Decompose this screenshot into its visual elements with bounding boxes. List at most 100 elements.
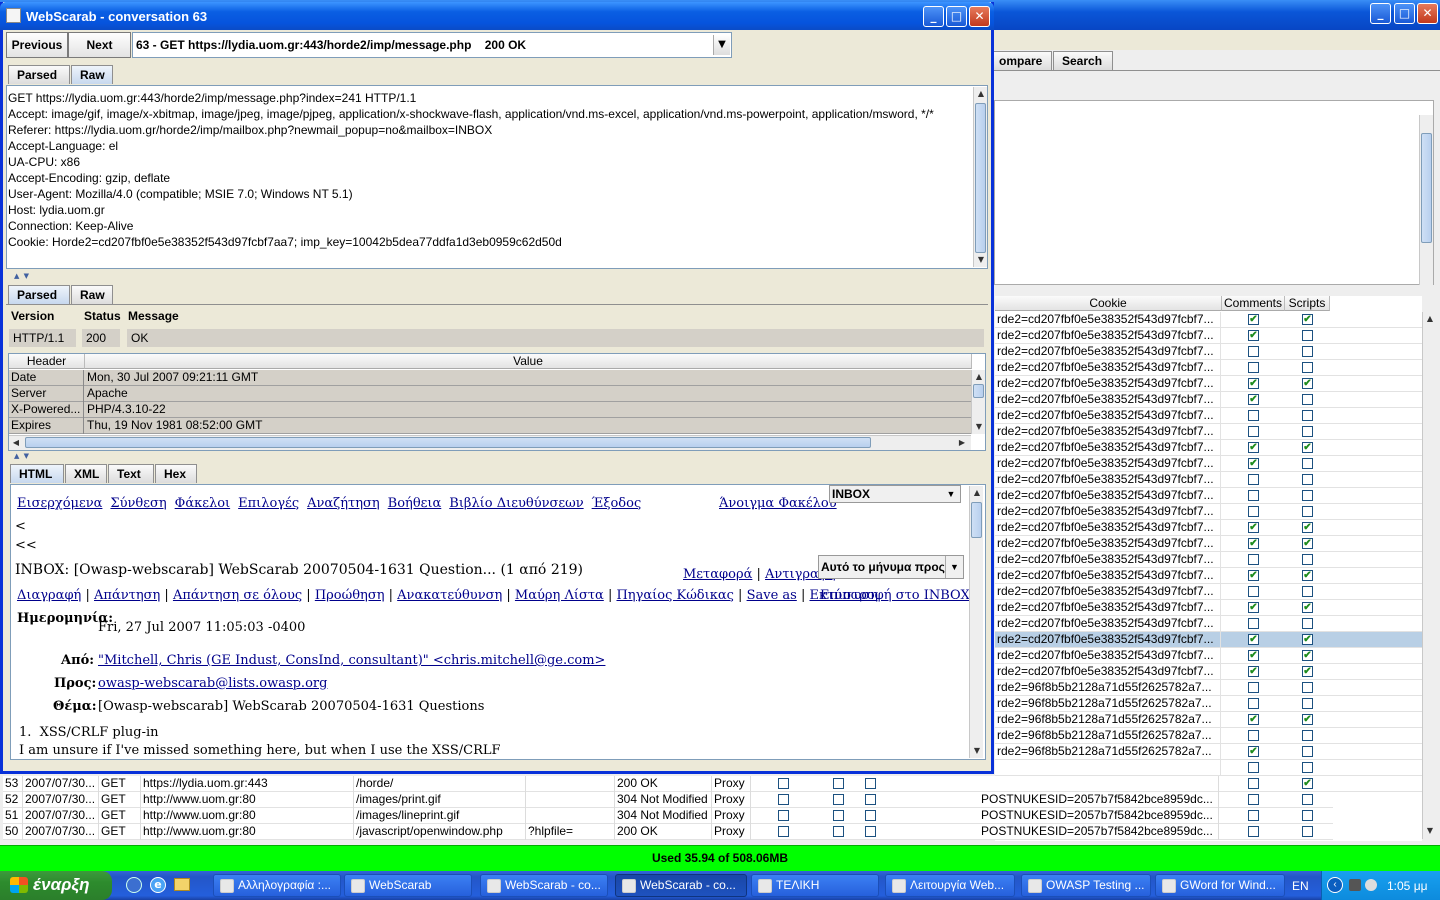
action-link[interactable]: Προώθηση [315,588,385,603]
checkbox[interactable] [865,794,876,805]
action-link[interactable]: Απάντηση [94,588,160,603]
network-icon[interactable] [1349,879,1361,891]
menu-link[interactable]: Αναζήτηση [307,496,380,511]
checkbox[interactable] [1248,474,1259,485]
table-row[interactable]: rde2=cd207fbf0e5e38352f543d97fcbf7... [995,584,1422,600]
checkbox-checked[interactable]: ✔ [1302,378,1313,389]
action-link[interactable]: Απάντηση σε όλους [173,588,302,603]
from-link[interactable]: "Mitchell, Chris (GE Indust, ConsInd, co… [98,653,605,668]
table-row[interactable]: rde2=cd207fbf0e5e38352f543d97fcbf7... ✔ ✔ [995,440,1422,456]
scroll-thumb[interactable] [1421,133,1432,243]
scrollbar[interactable] [1419,115,1433,285]
checkbox[interactable] [1302,346,1313,357]
checkbox[interactable] [1302,618,1313,629]
checkbox[interactable] [865,826,876,837]
checkbox-checked[interactable]: ✔ [1302,714,1313,725]
column-header-scripts[interactable]: Scripts [1285,296,1330,311]
close-icon[interactable]: ✕ [1417,3,1438,24]
table-row[interactable]: rde2=cd207fbf0e5e38352f543d97fcbf7... [995,344,1422,360]
table-row[interactable] [995,760,1422,776]
checkbox[interactable] [1248,506,1259,517]
table-row[interactable]: rde2=cd207fbf0e5e38352f543d97fcbf7... ✔ ✔ [995,600,1422,616]
tab-html[interactable]: HTML [10,464,64,483]
tab-request-raw[interactable]: Raw [71,65,113,84]
checkbox-checked[interactable]: ✔ [1248,538,1259,549]
checkbox[interactable] [1302,410,1313,421]
checkbox[interactable] [1248,490,1259,501]
checkbox[interactable] [1248,618,1259,629]
scroll-up-icon[interactable]: ▲ [974,87,988,101]
checkbox[interactable] [1302,810,1313,821]
checkbox[interactable] [865,810,876,821]
table-row[interactable]: rde2=cd207fbf0e5e38352f543d97fcbf7... ✔ ✔ [995,648,1422,664]
checkbox[interactable] [833,778,844,789]
chevron-down-icon[interactable]: ▼ [713,35,730,55]
checkbox-checked[interactable]: ✔ [1302,666,1313,677]
move-link[interactable]: Μεταφορά [683,567,752,582]
folder-select[interactable]: INBOX ▼ [829,485,961,503]
table-row[interactable]: rde2=96f8b5b2128a71d55f2625782a7... ✔ ✔ [995,712,1422,728]
checkbox[interactable] [778,826,789,837]
taskbar-button[interactable]: WebScarab [344,874,472,897]
scroll-up-icon[interactable]: ▲ [970,486,984,500]
tab-text[interactable]: Text [108,464,154,483]
checkbox[interactable] [778,794,789,805]
maximize-icon[interactable]: □ [946,6,967,27]
minimize-icon[interactable]: _ [1370,3,1391,24]
header-row[interactable]: Expires Thu, 19 Nov 1981 08:52:00 GMT [9,418,972,434]
taskbar-button[interactable]: ΤΕΛΙΚΗ [751,874,879,897]
tab-request-parsed[interactable]: Parsed [8,65,70,84]
action-link[interactable]: Πηγαίος Κώδικας [616,588,733,603]
minimize-icon[interactable]: _ [923,6,944,27]
checkbox-checked[interactable]: ✔ [1248,314,1259,325]
checkbox[interactable] [1302,698,1313,709]
table-row[interactable]: 50 2007/07/30... GET http://www.uom.gr:80/j… [3,824,1333,840]
checkbox-checked[interactable]: ✔ [1248,666,1259,677]
checkbox[interactable] [1302,826,1313,837]
table-row[interactable]: rde2=cd207fbf0e5e38352f543d97fcbf7... ✔ [995,328,1422,344]
scroll-down-icon[interactable]: ▼ [1423,824,1437,838]
checkbox[interactable] [1302,794,1313,805]
checkbox[interactable] [1302,362,1313,373]
table-row[interactable]: rde2=cd207fbf0e5e38352f543d97fcbf7... ✔ ✔ [995,312,1422,328]
checkbox[interactable] [1248,794,1259,805]
scroll-thumb[interactable] [25,437,871,448]
table-row[interactable]: 51 2007/07/30... GET http://www.uom.gr:80/i… [3,808,1333,824]
scrollbar[interactable]: ▲ ▼ [971,370,985,434]
menu-link[interactable]: Βιβλίο Διευθύνσεων [449,496,583,511]
checkbox[interactable] [1302,426,1313,437]
scroll-down-icon[interactable]: ▼ [972,420,986,434]
taskbar-button[interactable]: Αλληλογραφία :... [213,874,341,897]
clock[interactable]: 1:05 μμ [1387,879,1428,893]
taskbar-button[interactable]: WebScarab - co... [615,874,747,897]
language-indicator[interactable]: EN [1292,879,1309,893]
checkbox[interactable] [833,810,844,821]
table-row[interactable]: rde2=96f8b5b2128a71d55f2625782a7... ✔ [995,744,1422,760]
checkbox[interactable] [1302,586,1313,597]
message-field[interactable]: OK [127,329,984,347]
conversation-select[interactable]: 63 - GET https://lydia.uom.gr:443/horde2… [132,32,732,58]
table-row[interactable]: rde2=cd207fbf0e5e38352f543d97fcbf7... ✔ ✔ [995,376,1422,392]
action-link[interactable]: Ανακατεύθυνση [397,588,502,603]
table-row[interactable]: rde2=cd207fbf0e5e38352f543d97fcbf7... [995,408,1422,424]
checkbox[interactable] [1302,458,1313,469]
checkbox[interactable] [1302,554,1313,565]
table-row[interactable]: rde2=cd207fbf0e5e38352f543d97fcbf7... ✔ ✔ [995,536,1422,552]
menu-link[interactable]: Έξοδος [592,496,642,511]
checkbox-checked[interactable]: ✔ [1302,634,1313,645]
horizontal-scrollbar[interactable]: ◀ ▶ [9,435,971,450]
table-row[interactable]: rde2=cd207fbf0e5e38352f543d97fcbf7... [995,488,1422,504]
checkbox-checked[interactable]: ✔ [1302,442,1313,453]
checkbox-checked[interactable]: ✔ [1248,442,1259,453]
checkbox[interactable] [1248,362,1259,373]
table-row[interactable]: 52 2007/07/30... GET http://www.uom.gr:80/i… [3,792,1333,808]
checkbox[interactable] [1302,682,1313,693]
checkbox[interactable] [833,794,844,805]
header-row[interactable]: Date Mon, 30 Jul 2007 09:21:11 GMT [9,370,972,386]
scroll-right-icon[interactable]: ▶ [955,436,969,450]
header-row[interactable]: Server Apache [9,386,972,402]
status-field[interactable]: 200 [82,329,120,347]
checkbox-checked[interactable]: ✔ [1248,714,1259,725]
checkbox-checked[interactable]: ✔ [1248,522,1259,533]
header-row[interactable]: X-Powered... PHP/4.3.10-22 [9,402,972,418]
